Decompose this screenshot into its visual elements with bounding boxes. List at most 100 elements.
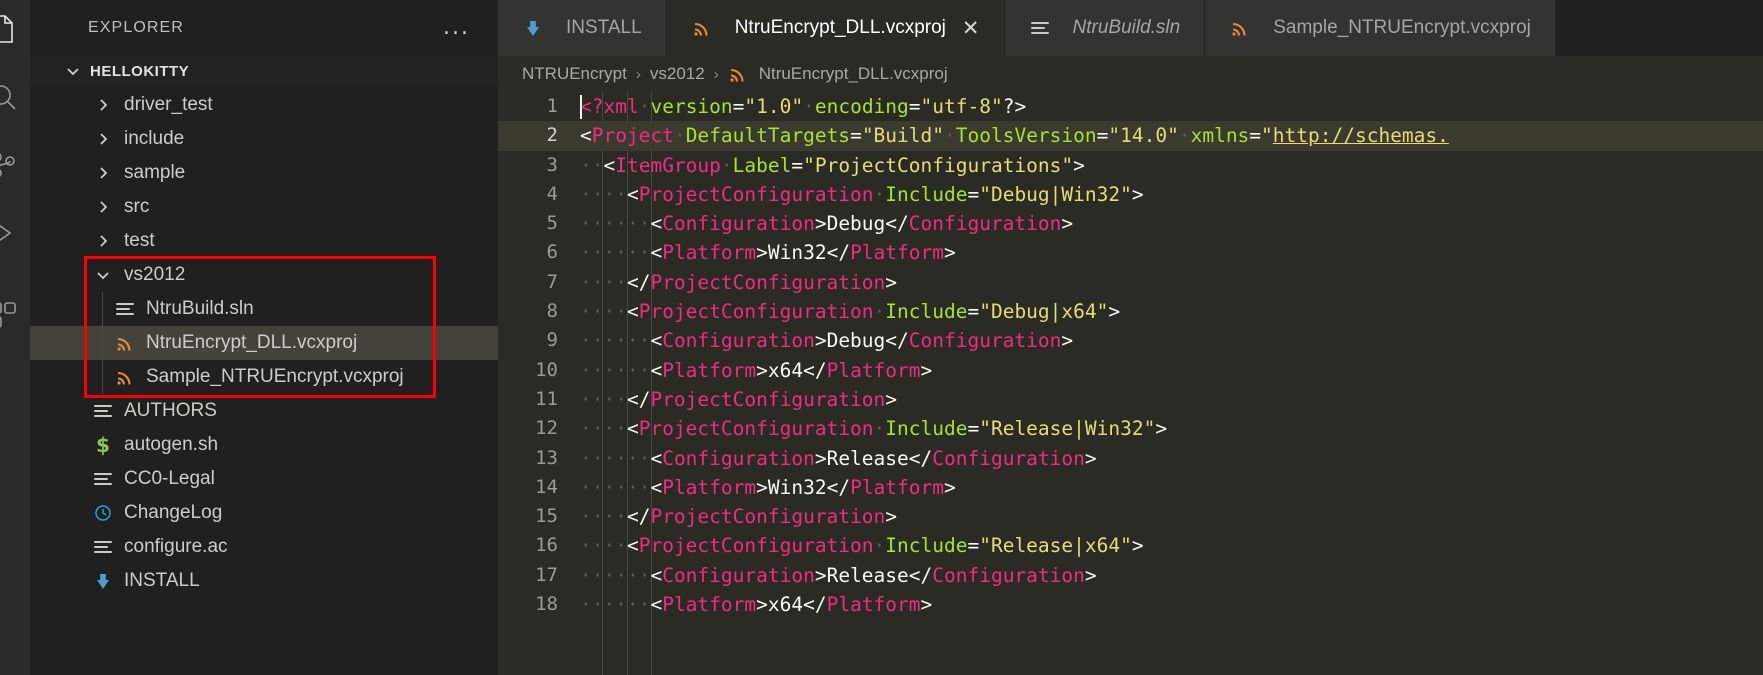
sidebar-title: EXPLORER (88, 19, 184, 36)
more-actions-icon[interactable]: ... (443, 17, 470, 39)
tree-folder-row[interactable]: driver_test (30, 88, 498, 122)
tree-folder-row[interactable]: sample (30, 156, 498, 190)
line-number: 4 (546, 182, 558, 205)
line-number: 10 (535, 358, 558, 381)
editor-tab[interactable]: NtruBuild.sln (1004, 0, 1206, 56)
tree-folder-row[interactable]: test (30, 224, 498, 258)
code-editor[interactable]: 1 <?xml·version="1.0"·encoding="utf-8"?> 2… (498, 92, 1763, 675)
code-token: </ (803, 593, 827, 617)
breadcrumb-separator: › (635, 65, 641, 83)
code-token: version (650, 95, 733, 118)
chevron-right-icon (92, 166, 114, 180)
editor-tab[interactable]: NtruEncrypt_DLL.vcxproj ✕ (666, 0, 1005, 56)
code-line: 10 ······<Platform>x64</Platform> (498, 356, 1763, 385)
tree-file-row[interactable]: Sample_NTRUEncrypt.vcxproj (30, 360, 498, 394)
code-token: > (920, 593, 933, 617)
code-token: Configuration (932, 563, 1085, 587)
run-debug-icon[interactable] (0, 208, 28, 258)
code-token: ···· (580, 505, 627, 529)
tree-file-row[interactable]: $ autogen.sh (30, 428, 498, 462)
file-tree: driver_testinclude sample src test vs2012 Ntr… (30, 86, 498, 675)
tab-label: NtruEncrypt_DLL.vcxproj (734, 17, 946, 38)
tree-folder-row[interactable]: vs2012 (30, 258, 498, 292)
code-token: Configuration (662, 212, 815, 236)
code-token: Include (885, 534, 968, 558)
editor-tab[interactable]: INSTALL (498, 0, 667, 56)
tree-item-label: Sample_NTRUEncrypt.vcxproj (146, 366, 404, 387)
code-token: "Build" (861, 124, 944, 148)
code-token: ···· (580, 182, 627, 206)
code-line: 15 ····</ProjectConfiguration> (498, 502, 1763, 531)
code-line-text: ······<Platform>x64</Platform> (580, 590, 1763, 619)
tree-file-row[interactable]: NtruEncrypt_DLL.vcxproj (30, 326, 498, 360)
code-token: > (1084, 563, 1097, 587)
code-token: ······ (580, 475, 651, 499)
code-token: Project (591, 124, 674, 148)
tree-file-row[interactable]: configure.ac (30, 530, 498, 564)
tree-item-label: CC0-Legal (124, 468, 215, 489)
code-token: "14.0" (1108, 124, 1179, 148)
text-cursor (580, 95, 582, 119)
tree-file-row[interactable]: ChangeLog (30, 496, 498, 530)
code-token: ?> (1002, 95, 1027, 118)
tree-file-row[interactable]: INSTALL (30, 564, 498, 598)
code-line: 12 ····<ProjectConfiguration·Include="Rel… (498, 414, 1763, 443)
line-number: 17 (535, 563, 558, 586)
line-number: 11 (535, 387, 558, 410)
tree-item-label: vs2012 (124, 264, 186, 285)
tab-label: NtruBuild.sln (1072, 17, 1181, 38)
code-token: > (814, 446, 827, 470)
explorer-sidebar: EXPLORER ... HELLOKITTY driver_testinclu… (30, 0, 498, 675)
code-token: ···· (580, 534, 627, 558)
code-token: ProjectConfiguration (638, 534, 874, 558)
code-line: 17 ······<Configuration>Release</Configur… (498, 561, 1763, 590)
code-line-text: ······<Configuration>Debug</Configuratio… (580, 209, 1763, 238)
code-token: ···· (580, 387, 627, 411)
breadcrumb-item[interactable]: NtruEncrypt_DLL.vcxproj (759, 64, 948, 84)
code-token: > (1108, 300, 1121, 324)
tree-file-row[interactable]: NtruBuild.sln (30, 292, 498, 326)
source-control-icon[interactable] (0, 140, 28, 190)
line-number: 16 (535, 534, 558, 557)
rss-file-icon (114, 368, 136, 386)
tree-file-row[interactable]: AUTHORS (30, 394, 498, 428)
code-token: · (720, 153, 733, 177)
code-token: > (1131, 534, 1144, 558)
code-token: ·· (580, 153, 604, 177)
tree-item-label: NtruEncrypt_DLL.vcxproj (146, 332, 358, 353)
code-token: x64 (767, 593, 804, 617)
code-token: · (873, 300, 886, 324)
code-token: ······ (580, 329, 651, 353)
tree-folder-row[interactable]: src (30, 190, 498, 224)
code-token: > (885, 387, 898, 411)
explorer-icon[interactable] (0, 4, 28, 54)
code-token: ······ (580, 563, 651, 587)
search-icon[interactable] (0, 72, 28, 122)
code-line: 11 ····</ProjectConfiguration> (498, 385, 1763, 414)
tree-file-row[interactable]: CC0-Legal (30, 462, 498, 496)
line-number: 14 (535, 475, 558, 498)
code-token: " (1261, 124, 1273, 148)
down-arrow-icon (92, 572, 114, 590)
code-token: </ (826, 475, 851, 499)
tree-item-label: driver_test (124, 94, 213, 115)
code-token: "Debug|Win32" (979, 182, 1132, 206)
down-arrow-icon (522, 19, 544, 37)
code-token: < (650, 358, 663, 382)
breadcrumb-item[interactable]: vs2012 (650, 64, 705, 84)
tree-item-label: autogen.sh (124, 434, 219, 455)
code-token: > (1084, 446, 1097, 470)
code-token: < (603, 153, 616, 177)
code-token[interactable]: http://schemas. (1273, 124, 1449, 147)
code-token: > (1061, 212, 1074, 236)
extensions-icon[interactable] (0, 290, 28, 340)
root-folder-row[interactable]: HELLOKITTY (30, 56, 498, 86)
tree-folder-row[interactable]: include (30, 122, 498, 156)
code-line-text: ······<Configuration>Release</Configurat… (580, 561, 1763, 590)
tab-close-icon[interactable]: ✕ (962, 18, 980, 39)
breadcrumb-item[interactable]: NTRUEncrypt (522, 64, 627, 84)
editor-tab[interactable]: Sample_NTRUEncrypt.vcxproj (1205, 0, 1556, 56)
code-token: ProjectConfiguration (650, 387, 886, 411)
code-line: 3 ··<ItemGroup·Label="ProjectConfiguratio… (498, 151, 1763, 180)
code-token: Release (826, 446, 909, 470)
